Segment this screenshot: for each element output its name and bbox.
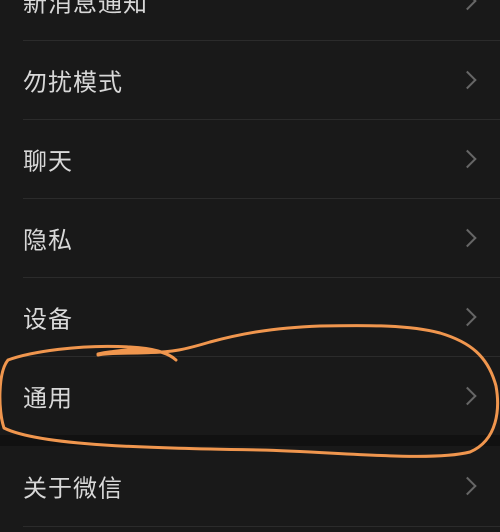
settings-item-chat[interactable]: 聊天 bbox=[0, 120, 500, 198]
chevron-right-icon bbox=[458, 0, 477, 11]
chevron-right-icon bbox=[458, 70, 477, 90]
settings-item-privacy[interactable]: 隐私 bbox=[0, 199, 500, 277]
settings-item-label: 新消息通知 bbox=[23, 0, 148, 18]
chevron-right-icon bbox=[458, 307, 477, 327]
settings-item-about-wechat[interactable]: 关于微信 bbox=[0, 446, 500, 526]
chevron-right-icon bbox=[458, 476, 477, 496]
settings-item-general[interactable]: 通用 bbox=[0, 357, 500, 435]
settings-item-label: 隐私 bbox=[23, 226, 73, 255]
chevron-right-icon bbox=[458, 386, 477, 406]
section-gap bbox=[0, 435, 500, 446]
settings-item-devices[interactable]: 设备 bbox=[0, 278, 500, 356]
settings-item-new-message-notifications[interactable]: 新消息通知 bbox=[0, 0, 500, 40]
settings-item-label: 通用 bbox=[23, 384, 73, 413]
settings-item-label: 聊天 bbox=[23, 147, 73, 176]
settings-item-label: 关于微信 bbox=[23, 474, 123, 503]
settings-item-do-not-disturb[interactable]: 勿扰模式 bbox=[0, 41, 500, 119]
chevron-right-icon bbox=[458, 149, 477, 169]
settings-screen: 新消息通知 勿扰模式 聊天 隐私 设备 通用 关于微信 bbox=[0, 0, 500, 532]
divider bbox=[23, 526, 500, 527]
settings-item-label: 勿扰模式 bbox=[23, 68, 123, 97]
chevron-right-icon bbox=[458, 228, 477, 248]
settings-item-label: 设备 bbox=[23, 305, 73, 334]
